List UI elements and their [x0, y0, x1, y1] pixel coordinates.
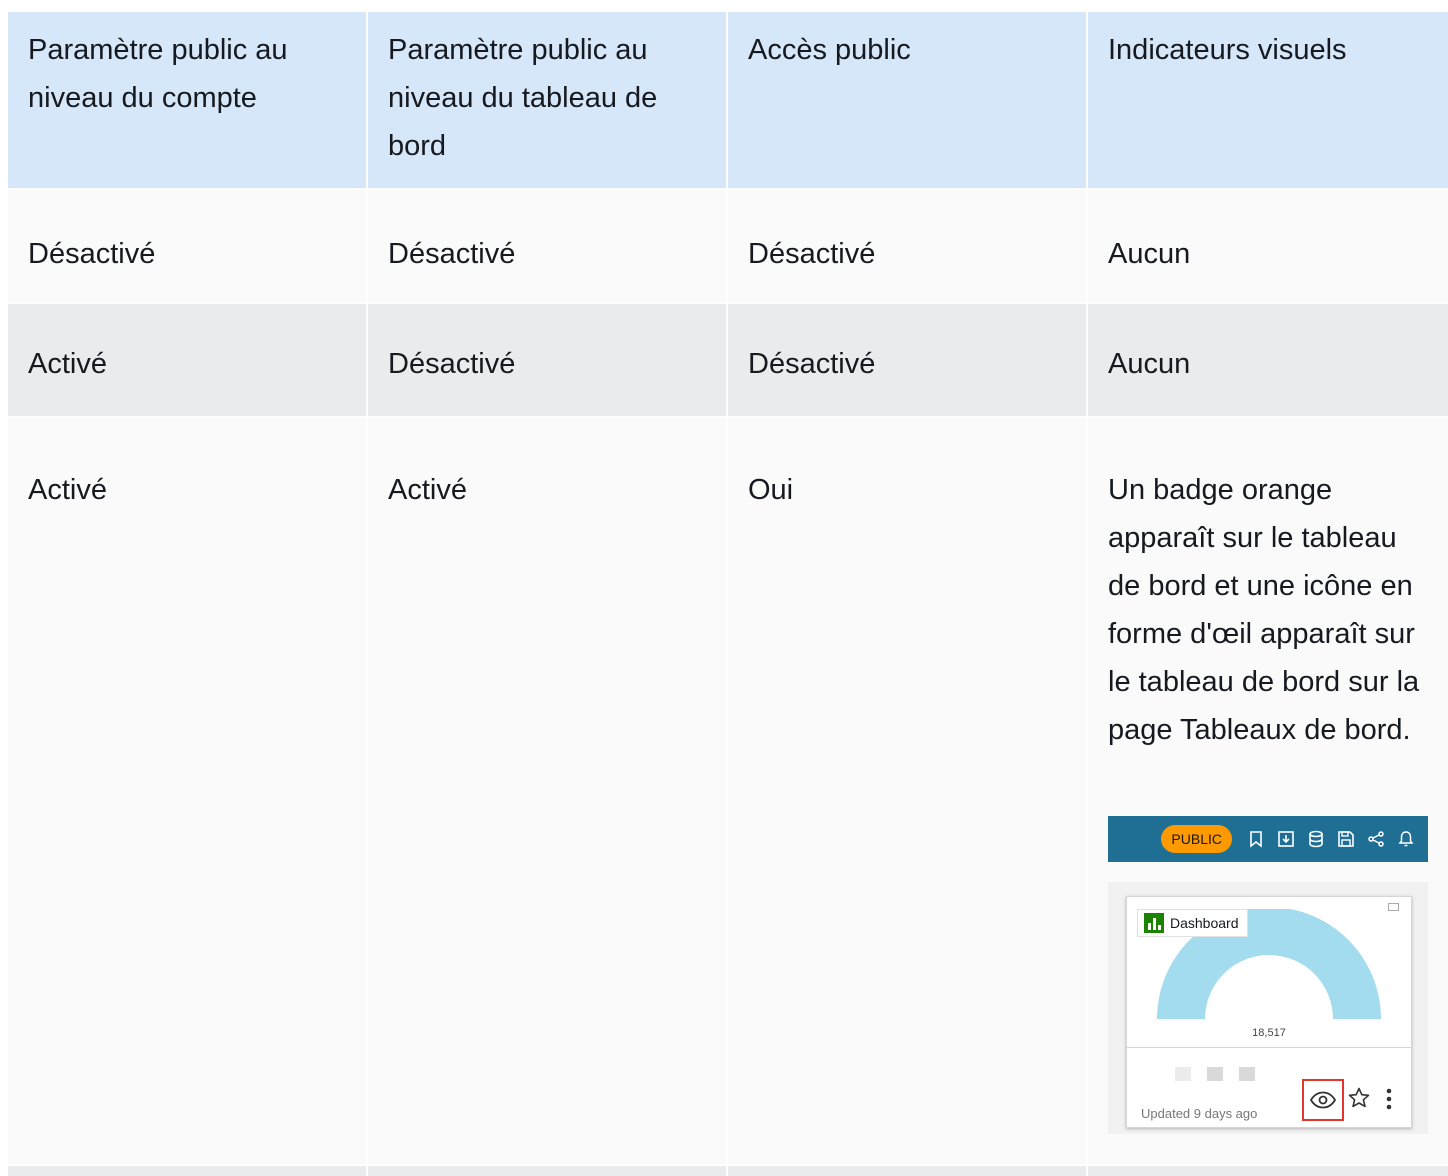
- bell-icon: [1396, 829, 1416, 849]
- dashboard-card-screenshot: 18,517 Dashboard Updated 9 days ago: [1108, 882, 1428, 1134]
- dashboard-thumbnail: 18,517 Dashboard: [1127, 897, 1411, 1048]
- star-icon: [1348, 1087, 1370, 1108]
- eye-icon-highlight: [1302, 1079, 1344, 1121]
- dashboard-title: Dashboard: [1170, 915, 1239, 931]
- table-cell: Désactivé: [728, 304, 1086, 416]
- table-cell: [728, 1166, 1086, 1176]
- table-cell: Aucun: [1088, 304, 1448, 416]
- indicator-description: Un badge orange apparaît sur le tableau …: [1108, 474, 1420, 746]
- visual-indicators-cell: Un badge orange apparaît sur le tableau …: [1088, 418, 1448, 1164]
- table-cell: [368, 1166, 726, 1176]
- thumbnail-corner-icon: [1388, 903, 1399, 911]
- dashboard-title-tag: Dashboard: [1137, 909, 1248, 937]
- more-icon: [1386, 1088, 1392, 1110]
- table-cell: Désactivé: [368, 190, 726, 302]
- table-cell: Aucun: [1088, 190, 1448, 302]
- table-row: Activé Activé Oui Un badge orange appara…: [8, 416, 1448, 1164]
- redacted-name-placeholder: [1175, 1067, 1255, 1081]
- table-cell: Activé: [8, 418, 366, 1164]
- table-cell: [1088, 1166, 1448, 1176]
- dashboard-chart-icon: [1144, 913, 1164, 933]
- table-cell: Activé: [368, 418, 726, 1164]
- table-cell: [8, 1166, 366, 1176]
- table-row: Activé Désactivé Désactivé Aucun: [8, 302, 1448, 416]
- table-row: [8, 1164, 1448, 1176]
- dashboard-card: 18,517 Dashboard Updated 9 days ago: [1126, 896, 1412, 1128]
- save-icon: [1336, 829, 1356, 849]
- share-icon: [1366, 829, 1386, 849]
- header-cell: Accès public: [728, 12, 1086, 188]
- updated-timestamp: Updated 9 days ago: [1141, 1106, 1258, 1121]
- header-cell: Paramètre public au niveau du compte: [8, 12, 366, 188]
- eye-icon: [1310, 1091, 1336, 1109]
- table-row: Désactivé Désactivé Désactivé Aucun: [8, 188, 1448, 302]
- gauge-value: 18,517: [1252, 1027, 1286, 1039]
- visibility-table: Paramètre public au niveau du compte Par…: [8, 12, 1448, 1176]
- table-cell: Activé: [8, 304, 366, 416]
- public-badge: PUBLIC: [1161, 825, 1232, 853]
- download-icon: [1276, 829, 1296, 849]
- header-cell: Paramètre public au niveau du tableau de…: [368, 12, 726, 188]
- table-cell: Désactivé: [8, 190, 366, 302]
- table-header-row: Paramètre public au niveau du compte Par…: [8, 12, 1448, 188]
- database-icon: [1306, 829, 1326, 849]
- table-cell: Désactivé: [728, 190, 1086, 302]
- header-cell: Indicateurs visuels: [1088, 12, 1448, 188]
- dashboard-toolbar-screenshot: PUBLIC: [1108, 816, 1428, 862]
- bookmark-icon: [1246, 829, 1266, 849]
- table-cell: Oui: [728, 418, 1086, 1164]
- table-cell: Désactivé: [368, 304, 726, 416]
